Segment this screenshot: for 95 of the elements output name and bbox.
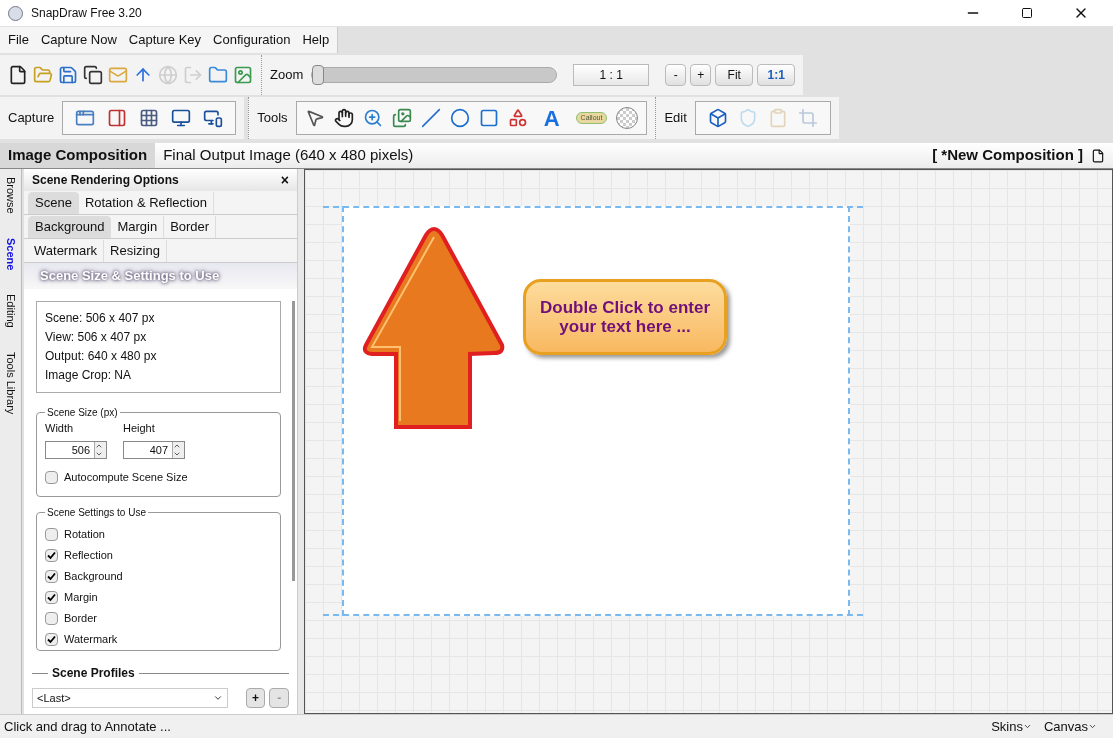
menu-item[interactable]: Help: [302, 30, 330, 50]
folder-icon[interactable]: [208, 65, 228, 85]
number-spinner[interactable]: 407: [123, 440, 185, 459]
side-tab[interactable]: Tools Library: [2, 351, 19, 415]
side-tab[interactable]: Scene: [2, 237, 19, 271]
toolbar-label: Capture: [8, 109, 55, 128]
section-header: Scene Size & Settings to Use: [24, 263, 297, 289]
profile-button[interactable]: +: [245, 688, 266, 708]
panel-title: Scene Rendering Options: [32, 172, 180, 189]
checkbox-label: Rotation: [64, 526, 105, 542]
zoom-button[interactable]: -: [665, 64, 687, 86]
menu-item[interactable]: Capture Key: [128, 30, 202, 50]
panel-tab[interactable]: Resizing: [104, 240, 167, 262]
close-button[interactable]: ×: [280, 169, 289, 191]
monitor-icon[interactable]: [171, 108, 192, 128]
zoom-button[interactable]: +: [690, 64, 712, 86]
cube-icon[interactable]: [707, 108, 728, 128]
ellipse-icon[interactable]: [449, 108, 470, 128]
monitors-icon[interactable]: [203, 108, 224, 128]
panel-tab[interactable]: Rotation & Reflection: [78, 192, 214, 214]
slider-thumb[interactable]: [312, 65, 325, 85]
toolbar-label: Edit: [664, 109, 687, 128]
info-line: Image Crop: NA: [45, 367, 133, 384]
menu-item[interactable]: Configuration: [213, 30, 291, 50]
checkbox[interactable]: [45, 632, 58, 646]
number-spinner[interactable]: 506: [45, 440, 107, 459]
profiles-title: Scene Profiles: [52, 665, 135, 682]
group-legend: Scene Size (px): [45, 405, 120, 420]
text-tool-icon[interactable]: A: [536, 101, 567, 135]
status-text: Click and drag to Annotate ...: [4, 717, 172, 736]
checkbox[interactable]: [45, 569, 58, 583]
checkbox[interactable]: [45, 611, 58, 625]
checkbox[interactable]: [45, 527, 58, 541]
panel-tab[interactable]: Watermark: [28, 240, 105, 262]
zoom-button[interactable]: 1:1: [757, 64, 796, 86]
group-legend: Scene Settings to Use: [45, 504, 148, 520]
canvas[interactable]: Double Click to enter your text here ...: [304, 169, 1113, 714]
checkbox[interactable]: [45, 470, 58, 484]
panel-tab[interactable]: Border: [164, 216, 217, 238]
window-icon[interactable]: [75, 108, 96, 128]
field-label: Width: [45, 421, 75, 436]
menu-item[interactable]: Capture Now: [40, 30, 117, 50]
document-tab[interactable]: Final Output Image (640 x 480 pixels): [155, 143, 422, 168]
status-menu[interactable]: Skins: [991, 716, 1032, 737]
checkbox-label: Border: [64, 610, 98, 626]
copy-icon[interactable]: [83, 65, 103, 85]
caret-icon: [1088, 722, 1097, 731]
checkbox-label: Margin: [64, 589, 98, 605]
rectangle-icon[interactable]: [478, 108, 499, 128]
checker-grid-icon[interactable]: [139, 108, 160, 128]
pictures-icon[interactable]: [391, 108, 412, 128]
scrollbar-thumb[interactable]: [291, 301, 295, 581]
checkbox-label: Reflection: [64, 547, 113, 563]
checkbox-label: Background: [64, 568, 123, 584]
info-line: Output: 640 x 480 px: [45, 348, 158, 365]
line-icon[interactable]: [420, 108, 441, 128]
hand-icon[interactable]: [333, 108, 354, 128]
window-title: SnapDraw Free 3.20: [31, 5, 143, 22]
status-menu[interactable]: Canvas: [1043, 716, 1097, 737]
side-tab[interactable]: Editing: [2, 294, 19, 328]
new-file-icon[interactable]: [8, 65, 28, 85]
composition-name: [ *New Composition ]: [932, 145, 1083, 166]
checkbox[interactable]: [45, 590, 58, 604]
maximize-icon[interactable]: [1021, 7, 1033, 19]
zoom-slider[interactable]: [311, 67, 558, 83]
zoom-ratio-field[interactable]: 1 : 1: [573, 64, 650, 86]
info-line: View: 506 x 407 px: [45, 329, 148, 346]
caret-icon: [1022, 722, 1032, 731]
checkbox-label: Autocompute Scene Size: [64, 469, 188, 485]
dropdown-caret-icon: [212, 693, 223, 703]
checkbox[interactable]: [45, 548, 58, 562]
panel-tab[interactable]: Margin: [111, 216, 165, 238]
transparency-icon[interactable]: [616, 107, 639, 129]
field-label: Height: [123, 421, 156, 436]
checkbox-label: Watermark: [64, 631, 118, 647]
toolbar-label: Tools: [257, 109, 288, 128]
panel-tab[interactable]: Background: [28, 216, 112, 238]
save-icon[interactable]: [58, 65, 78, 85]
window-region-icon[interactable]: [107, 108, 128, 128]
arrow-up-shape[interactable]: [362, 227, 506, 431]
image-icon[interactable]: [233, 65, 253, 85]
document-icon[interactable]: [1091, 148, 1105, 163]
menu-item[interactable]: File: [8, 30, 29, 50]
app-icon: [8, 5, 23, 21]
pointer-icon[interactable]: [304, 108, 325, 128]
toolbar-label: Zoom: [270, 66, 304, 85]
zoom-in-icon[interactable]: [362, 108, 383, 128]
panel-tab[interactable]: Scene: [28, 192, 79, 214]
callout-bubble[interactable]: Double Click to enter your text here ...: [523, 279, 727, 355]
profile-dropdown[interactable]: <Last>: [32, 688, 228, 708]
shapes-icon[interactable]: [507, 108, 528, 128]
side-tab[interactable]: Browse: [2, 177, 19, 214]
info-line: Scene: 506 x 407 px: [45, 310, 156, 327]
zoom-button[interactable]: Fit: [715, 64, 754, 86]
document-tab[interactable]: Image Composition: [0, 143, 156, 168]
